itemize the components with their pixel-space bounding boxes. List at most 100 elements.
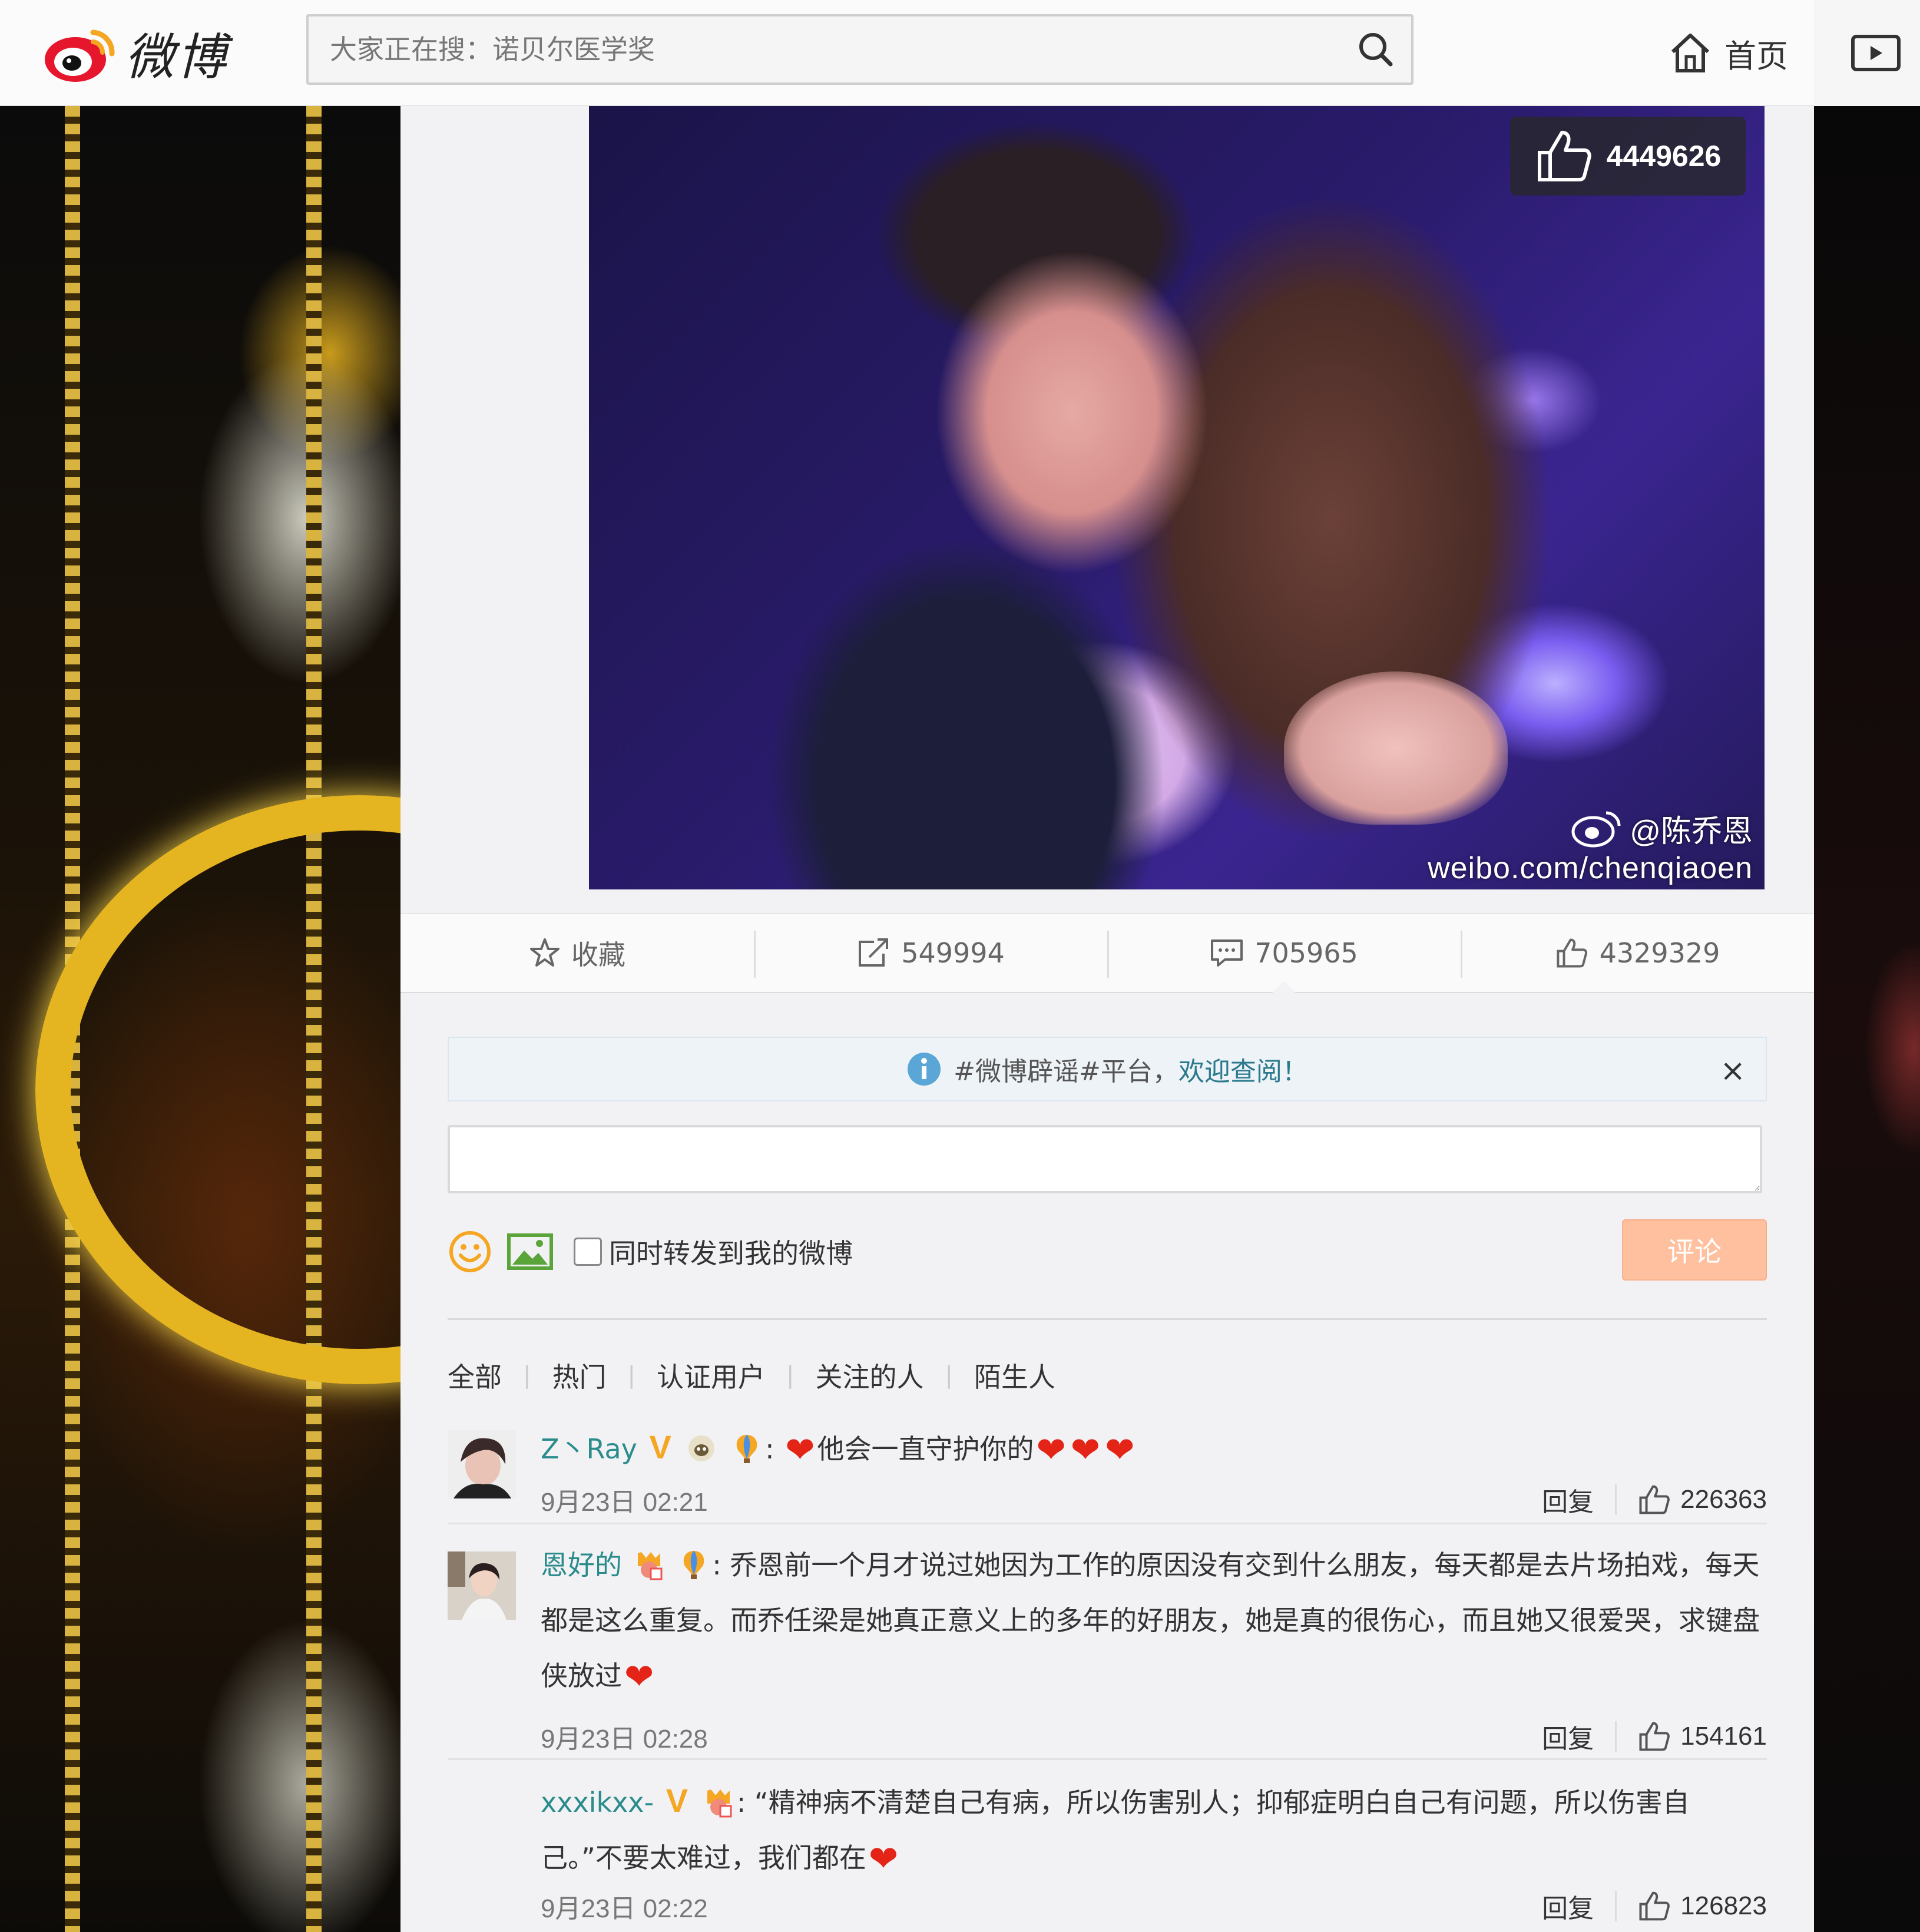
topbar-overflow xyxy=(1814,0,1920,106)
avatar[interactable] xyxy=(448,1430,516,1498)
repost-button[interactable]: 549994 xyxy=(754,914,1107,992)
comment-like-count: 154161 xyxy=(1680,1722,1767,1751)
comment-count: 705965 xyxy=(1254,937,1358,969)
comment-username[interactable]: Z丶Ray xyxy=(541,1433,637,1465)
photo-like-badge[interactable]: 4449626 xyxy=(1510,117,1746,196)
fan-badge-icon xyxy=(707,1789,732,1818)
filter-separator: | xyxy=(786,1362,795,1389)
comment-like-button[interactable]: 226363 xyxy=(1638,1484,1767,1516)
verified-badge-icon: V xyxy=(649,1428,671,1465)
heart-emoji-icon: ❤ xyxy=(1036,1430,1066,1471)
meta-separator xyxy=(1615,1891,1617,1921)
balloon-badge-icon xyxy=(683,1551,704,1579)
search-input[interactable] xyxy=(309,16,1340,82)
reply-button[interactable]: 回复 xyxy=(1542,1718,1594,1755)
comment-username[interactable]: xxxikxx- xyxy=(541,1787,654,1818)
watermark-handle: @陈乔恩 xyxy=(1630,815,1753,849)
repost-count: 549994 xyxy=(901,937,1005,969)
nav-video-link[interactable] xyxy=(1849,24,1902,82)
comment-time: 9月23日 02:22 xyxy=(541,1894,708,1923)
thumbs-up-icon xyxy=(1556,938,1587,968)
weibo-eye-icon xyxy=(45,29,115,82)
comment-content: 恩好的 : 乔恩前一个月才说过她因为工作的原因没有交到什么朋友，每天都是去片场拍… xyxy=(541,1549,1760,1698)
logo-text: 微博 xyxy=(125,28,229,86)
comment-username[interactable]: 恩好的 xyxy=(541,1549,622,1581)
thumbs-up-icon xyxy=(1537,131,1591,181)
notice-close-button[interactable]: × xyxy=(1720,1053,1746,1089)
comment-content: xxxikxx- V : “精神病不清楚自己有病，所以伤害别人；抑郁症明白自己有… xyxy=(541,1773,1767,1885)
nav-home-link[interactable]: 首页 xyxy=(1667,24,1788,82)
reply-button[interactable]: 回复 xyxy=(1542,1887,1594,1925)
thumbs-up-icon xyxy=(1639,1891,1670,1921)
watermark-url: weibo.com/chenqiaoen xyxy=(1428,851,1753,885)
background-carousel-left xyxy=(0,106,683,1932)
comment-like-button[interactable]: 126823 xyxy=(1638,1890,1767,1922)
verified-badge-icon: V xyxy=(666,1782,688,1819)
heart-emoji-icon: ❤ xyxy=(785,1430,815,1471)
thumbs-up-icon xyxy=(1639,1722,1670,1751)
active-tab-caret xyxy=(1272,981,1296,993)
comment-like-button[interactable]: 154161 xyxy=(1638,1721,1767,1752)
post-photo[interactable]: 4449626 @陈乔恩 weibo.com/chenqiaoen xyxy=(589,106,1765,889)
filter-tab-verified[interactable]: 认证用户 xyxy=(657,1356,765,1395)
filter-tab-hot[interactable]: 热门 xyxy=(552,1356,606,1395)
fan-badge-icon xyxy=(637,1552,663,1580)
comment-text: 乔恩前一个月才说过她因为工作的原因没有交到什么朋友，每天都是去片场拍戏，每天都是… xyxy=(541,1549,1760,1692)
repost-checkbox[interactable] xyxy=(574,1238,602,1266)
image-upload-icon[interactable] xyxy=(507,1233,554,1271)
avatar[interactable] xyxy=(448,1551,516,1620)
notice-text: #微博辟谣#平台， xyxy=(954,1057,1179,1087)
search-box xyxy=(306,14,1413,85)
watermark-handle-row: @陈乔恩 xyxy=(1428,806,1753,851)
like-button[interactable]: 4329329 xyxy=(1461,914,1814,992)
weibo-logo[interactable]: 微博 xyxy=(41,12,229,94)
emoji-icon[interactable] xyxy=(448,1229,492,1274)
comment-text: 他会一直守护你的 xyxy=(817,1433,1034,1465)
photo-watermark: @陈乔恩 weibo.com/chenqiaoen xyxy=(1428,806,1753,886)
star-icon xyxy=(530,938,560,967)
nav-home-label: 首页 xyxy=(1724,37,1788,75)
meta-separator xyxy=(1615,1721,1617,1752)
filter-separator: | xyxy=(523,1362,531,1389)
filter-tab-strangers[interactable]: 陌生人 xyxy=(974,1356,1055,1395)
search-icon xyxy=(1359,33,1393,67)
comment-input[interactable] xyxy=(448,1125,1762,1193)
comment-time: 9月23日 02:21 xyxy=(541,1488,708,1517)
top-navigation-bar: 微博 首页 xyxy=(0,0,1814,106)
sheep-badge-icon xyxy=(688,1435,715,1461)
filter-separator: | xyxy=(945,1362,953,1389)
comment-item: xxxikxx- V : “精神病不清楚自己有病，所以伤害别人；抑郁症明白自己有… xyxy=(448,1773,1767,1932)
comment-icon xyxy=(1211,939,1243,967)
reply-button[interactable]: 回复 xyxy=(1542,1481,1594,1519)
comment-divider xyxy=(448,1523,1767,1524)
comment-button[interactable]: 705965 xyxy=(1107,914,1461,993)
photo-detail-hand xyxy=(1284,671,1508,825)
rumor-notice: #微博辟谣#平台， 欢迎查阅！ × xyxy=(448,1037,1767,1101)
favorite-button[interactable]: 收藏 xyxy=(400,914,754,992)
like-count: 4329329 xyxy=(1599,937,1720,969)
heart-emoji-icon: ❤ xyxy=(868,1838,899,1880)
background-right xyxy=(1814,106,1920,1932)
weibo-watermark-icon xyxy=(1571,811,1621,847)
composer-toolbar: 同时转发到我的微博 评论 xyxy=(448,1219,1767,1284)
comment-divider xyxy=(448,1758,1767,1760)
info-icon xyxy=(908,1053,941,1086)
comment-like-count: 126823 xyxy=(1680,1891,1767,1920)
filter-tab-following[interactable]: 关注的人 xyxy=(815,1356,923,1395)
favorite-label: 收藏 xyxy=(571,939,625,971)
section-divider xyxy=(448,1318,1767,1320)
notice-link[interactable]: 欢迎查阅！ xyxy=(1179,1050,1308,1088)
comment-meta: 9月23日 02:21 回复 226363 xyxy=(541,1476,1767,1523)
comment-content: Z丶Ray V : ❤他会一直守护你的❤ ❤ ❤ xyxy=(541,1420,1767,1477)
post-detail-column: 4449626 @陈乔恩 weibo.com/chenqiaoen 收藏 549… xyxy=(400,106,1814,1932)
photo-like-count: 4449626 xyxy=(1606,140,1722,173)
comment-meta: 9月23日 02:22 回复 126823 xyxy=(541,1883,1767,1930)
search-button[interactable] xyxy=(1340,16,1411,82)
repost-checkbox-label: 同时转发到我的微博 xyxy=(609,1238,853,1269)
submit-comment-button[interactable]: 评论 xyxy=(1622,1219,1767,1281)
comment-item: 恩好的 : 乔恩前一个月才说过她因为工作的原因没有交到什么朋友，每天都是去片场拍… xyxy=(448,1537,1767,1773)
video-icon xyxy=(1851,35,1901,71)
comment-like-count: 226363 xyxy=(1680,1485,1767,1514)
filter-tab-all[interactable]: 全部 xyxy=(448,1356,502,1395)
comment-filter-tabs: 全部 | 热门 | 认证用户 | 关注的人 | 陌生人 xyxy=(448,1349,1055,1402)
